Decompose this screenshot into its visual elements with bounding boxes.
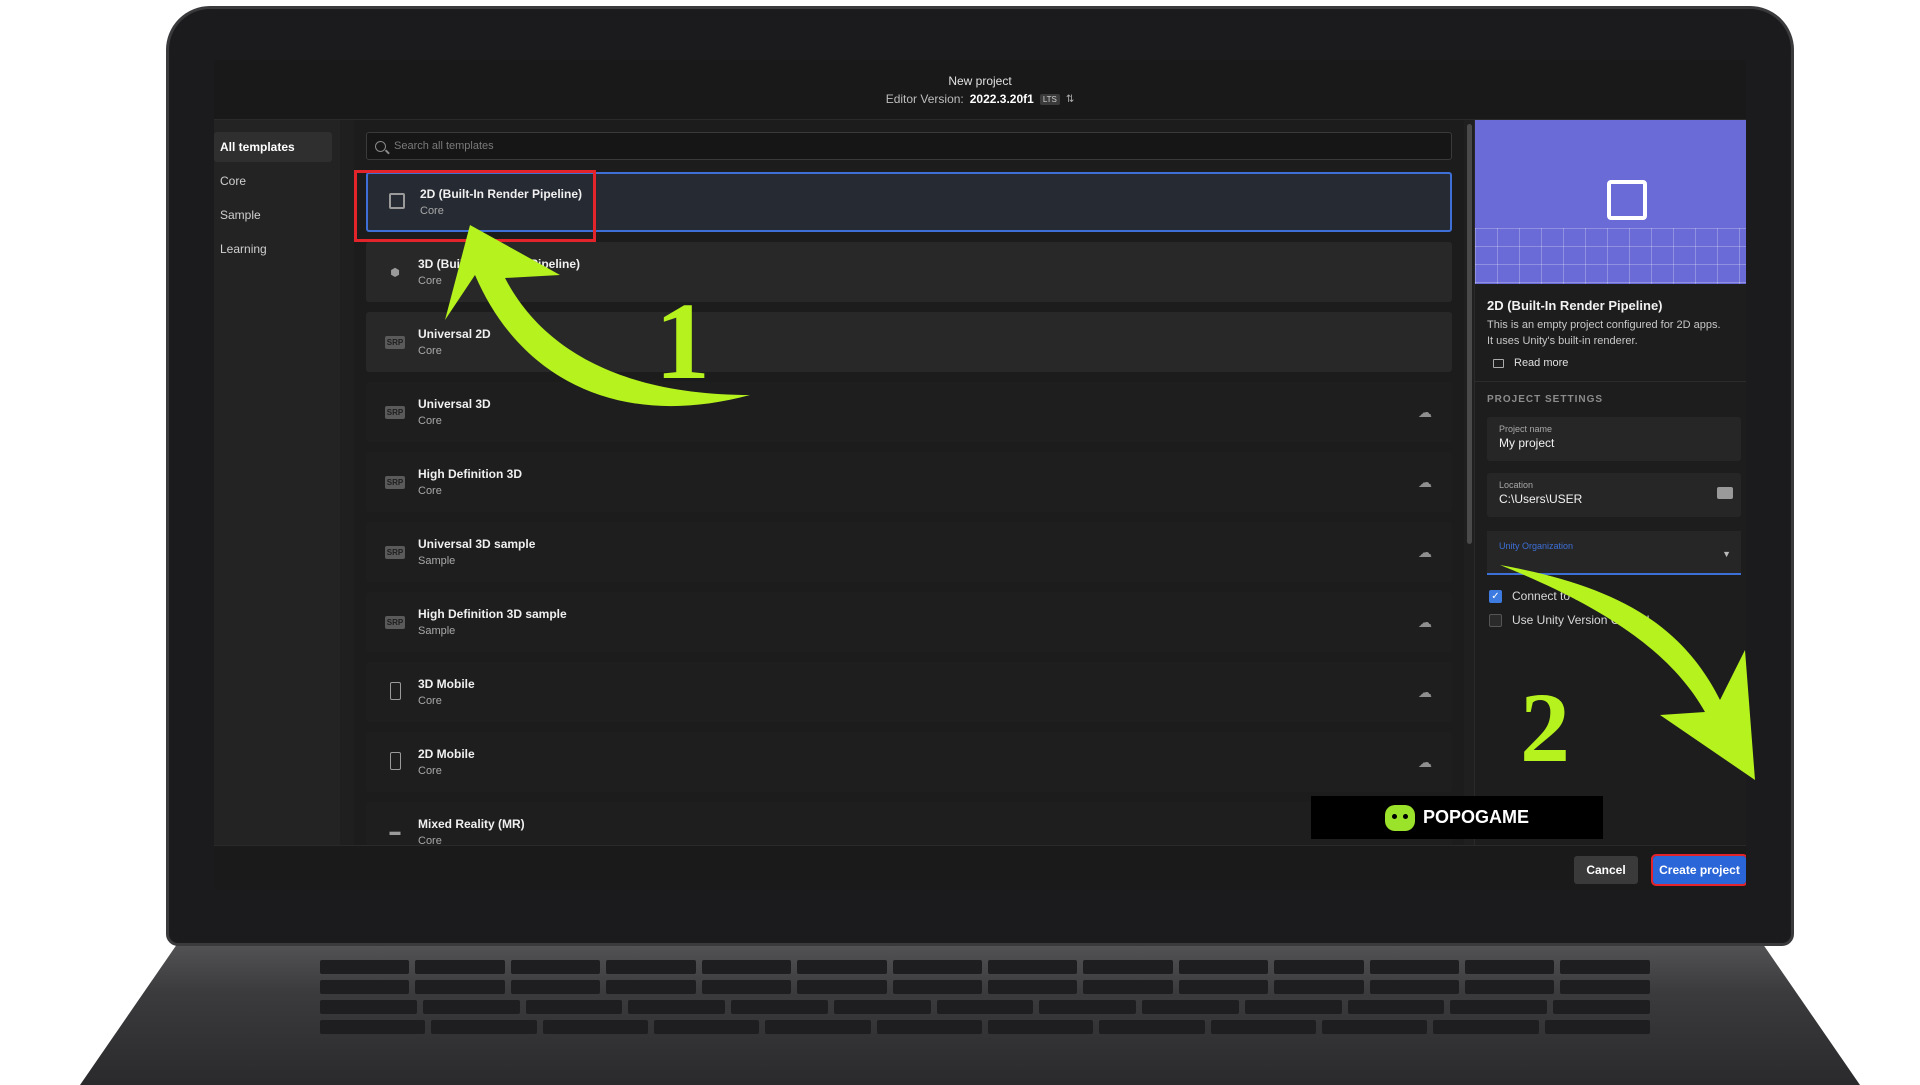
laptop-keyboard (320, 960, 1650, 1070)
sidebar-item-learning[interactable]: Learning (214, 234, 332, 264)
checkbox-unchecked-icon[interactable] (1489, 613, 1502, 627)
template-row-hd-3d[interactable]: SRP High Definition 3D Core ☁ (366, 452, 1452, 512)
cloud-download-icon[interactable]: ☁ (1418, 684, 1432, 701)
lts-badge: LTS (1039, 93, 1060, 105)
template-preview-image (1475, 120, 1746, 284)
template-name: High Definition 3D (418, 467, 522, 481)
create-project-button[interactable]: Create project (1651, 854, 1746, 886)
popogame-watermark: POPOGAME (1311, 796, 1603, 839)
connect-to-unity-checkbox[interactable]: ✓ Connect to Unity (1489, 589, 1746, 603)
details-description: This is an empty project configured for … (1487, 319, 1721, 347)
cloud-download-icon[interactable]: ☁ (1418, 614, 1432, 631)
template-name: Universal 2D (418, 327, 491, 341)
srp-icon: SRP (384, 335, 406, 349)
folder-icon[interactable] (1717, 487, 1733, 499)
template-row-mixed-reality[interactable]: ▬ Mixed Reality (MR) Core (366, 802, 1452, 845)
template-name: 3D (Built-In Render Pipeline) (418, 257, 581, 271)
cube-icon: ⬢ (390, 266, 400, 279)
sidebar-item-core[interactable]: Core (214, 166, 332, 196)
headset-icon: ▬ (389, 826, 401, 838)
search-icon (375, 140, 386, 152)
template-row-2d-mobile[interactable]: 2D Mobile Core ☁ (366, 732, 1452, 792)
selected-template-highlight (354, 170, 596, 242)
template-name: Universal 3D (418, 397, 491, 411)
template-category: Core (418, 765, 442, 777)
template-name: High Definition 3D sample (418, 607, 567, 621)
phone-icon (380, 751, 410, 773)
template-category-sidebar: All templates Core Sample Learning (214, 120, 340, 845)
template-row-3d-mobile[interactable]: 3D Mobile Core ☁ (366, 662, 1452, 722)
search-placeholder: Search all templates (394, 140, 494, 152)
srp-icon: SRP (384, 405, 406, 419)
window-title: New project (948, 74, 1012, 88)
template-row-hd-3d-sample[interactable]: SRP High Definition 3D sample Sample ☁ (366, 592, 1452, 652)
template-category: Core (418, 835, 442, 845)
cloud-download-icon[interactable]: ☁ (1418, 754, 1432, 771)
template-row-universal-2d[interactable]: SRP Universal 2D Core (366, 312, 1452, 372)
template-category: Core (418, 345, 442, 357)
cloud-download-icon[interactable]: ☁ (1418, 544, 1432, 561)
template-category: Sample (418, 625, 456, 637)
dialog-footer: Cancel Create project (214, 845, 1746, 890)
template-category: Sample (418, 555, 456, 567)
step-2-label: 2 (1520, 672, 1570, 783)
srp-icon: SRP (384, 615, 406, 629)
popogame-logo-icon (1384, 804, 1415, 831)
square-icon (1607, 180, 1647, 220)
checkbox-checked-icon[interactable]: ✓ (1489, 589, 1502, 603)
chevron-updown-icon: ⇅ (1065, 93, 1075, 105)
cancel-button[interactable]: Cancel (1574, 856, 1638, 884)
template-name: Mixed Reality (MR) (418, 817, 525, 831)
cloud-download-icon[interactable]: ☁ (1418, 404, 1432, 421)
cloud-download-icon[interactable]: ☁ (1418, 474, 1432, 491)
template-category: Core (418, 485, 442, 497)
template-list-scrollbar[interactable] (1467, 124, 1472, 544)
watermark-text: POPOGAME (1422, 807, 1529, 827)
sidebar-item-sample[interactable]: Sample (214, 200, 332, 230)
template-list: 2D (Built-In Render Pipeline) Core ⬢ 3D (… (366, 172, 1452, 845)
template-name: 3D Mobile (418, 677, 475, 691)
step-1-label: 1 (655, 280, 710, 402)
template-category: Core (418, 275, 442, 287)
unity-organization-select[interactable]: Unity Organization ▼ (1487, 531, 1741, 575)
editor-version: 2022.3.20f1 (969, 92, 1034, 106)
template-row-3d-built-in[interactable]: ⬢ 3D (Built-In Render Pipeline) Core (366, 242, 1452, 302)
phone-icon (380, 681, 410, 703)
project-name-field[interactable]: Project name My project (1487, 417, 1741, 461)
version-control-checkbox[interactable]: Use Unity Version Control (1489, 613, 1746, 627)
template-name: Universal 3D sample (418, 537, 536, 551)
template-category: Core (418, 415, 442, 427)
template-details-panel: 2D (Built-In Render Pipeline) This is an… (1474, 120, 1746, 845)
title-bar: New project Editor Version: 2022.3.20f1 … (214, 60, 1746, 120)
details-title: 2D (Built-In Render Pipeline) (1487, 298, 1663, 313)
template-category: Core (418, 695, 442, 707)
srp-icon: SRP (384, 475, 406, 489)
book-icon (1493, 358, 1504, 368)
editor-version-label: Editor Version: (885, 92, 964, 106)
project-settings-heading: PROJECT SETTINGS (1487, 394, 1604, 405)
divider (1475, 381, 1746, 382)
search-input[interactable]: Search all templates (366, 132, 1452, 160)
editor-version-selector[interactable]: Editor Version: 2022.3.20f1 LTS ⇅ (886, 92, 1075, 106)
template-name: 2D Mobile (418, 747, 475, 761)
read-more-link[interactable]: Read more (1493, 357, 1746, 369)
location-field[interactable]: Location C:\Users\USER (1487, 473, 1741, 517)
template-row-universal-3d-sample[interactable]: SRP Universal 3D sample Sample ☁ (366, 522, 1452, 582)
sidebar-item-all-templates[interactable]: All templates (214, 132, 332, 162)
chevron-down-icon: ▼ (1722, 549, 1731, 559)
template-row-universal-3d[interactable]: SRP Universal 3D Core ☁ (366, 382, 1452, 442)
srp-icon: SRP (384, 545, 406, 559)
